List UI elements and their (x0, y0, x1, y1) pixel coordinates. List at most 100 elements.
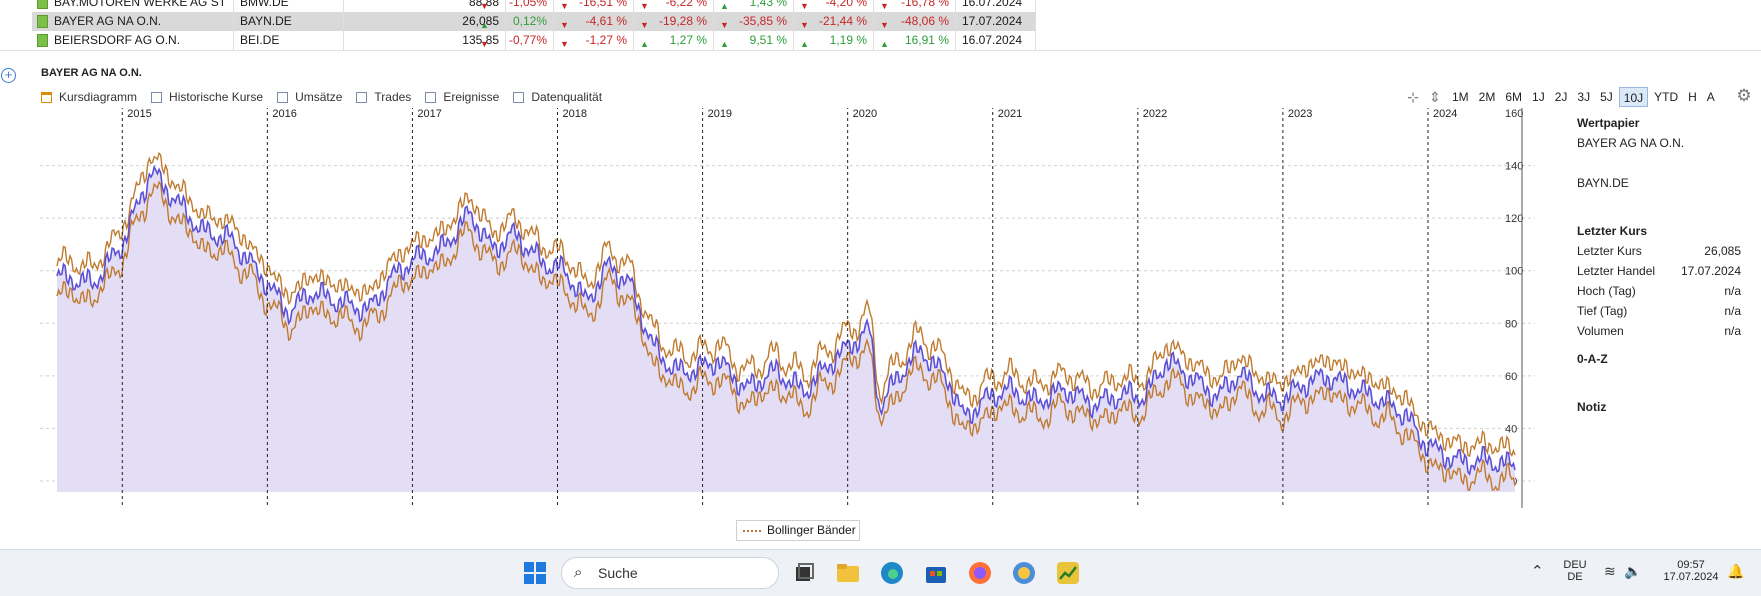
wifi-icon[interactable]: ≋ (1604, 563, 1616, 580)
down-triangle-icon: ▼ (880, 20, 889, 30)
info-key: Letzter Kurs (1577, 244, 1642, 258)
change-cell: ▲ 1,27 % (634, 31, 714, 50)
change-cell: ▲ 9,51 % (714, 31, 794, 50)
price-chart[interactable]: 2040608010012014016020152016201720182019… (40, 108, 1540, 520)
range-button[interactable]: 2J (1551, 87, 1572, 107)
chart-tab[interactable]: Datenqualität (513, 88, 602, 106)
language-indicator[interactable]: DEU DE (1558, 559, 1592, 583)
chart-legend[interactable]: Bollinger Bänder (736, 520, 860, 541)
up-triangle-icon: ▲ (640, 39, 649, 49)
info-row: Volumen n/a (1577, 324, 1741, 342)
range-button[interactable]: 1J (1528, 87, 1549, 107)
info-key: Letzter Handel (1577, 264, 1656, 278)
info-row: Tief (Tag) n/a (1577, 304, 1741, 322)
firefox-icon[interactable] (966, 559, 994, 587)
security-name: BAY.MOTOREN WERKE AG ST (54, 0, 227, 9)
security-symbol: BAYN.DE (1577, 176, 1629, 190)
vertical-resize-icon[interactable]: ⇕ (1424, 89, 1446, 106)
chart-tab[interactable]: Historische Kurse (151, 88, 263, 106)
gear-icon[interactable]: ⚙ (1735, 87, 1753, 105)
tab-window-icon (513, 91, 525, 103)
chart-tab[interactable]: Ereignisse (425, 88, 499, 106)
bollinger-legend-swatch (743, 529, 761, 532)
change-value: -48,06 % (900, 14, 949, 28)
date-cell: 16.07.2024 (956, 0, 1036, 12)
windows-start-icon[interactable] (521, 559, 549, 587)
file-explorer-icon[interactable] (834, 559, 862, 587)
range-buttons: 1M 2M 6M 1J 2J 3J 5J 10J YTD H A (1446, 87, 1719, 107)
chevron-up-icon[interactable]: ⌃ (1531, 562, 1544, 580)
change-cell: ▲ 1,19 % (794, 31, 874, 50)
change-value: -4,20 % (825, 0, 867, 9)
notification-bell-icon[interactable]: 🔔 (1727, 563, 1744, 580)
range-button[interactable]: A (1703, 87, 1719, 107)
taskbar-search[interactable]: ⌕ Suche (561, 557, 779, 589)
chart-tab[interactable]: Trades (356, 88, 411, 106)
up-triangle-icon: ▲ (720, 39, 729, 49)
chart-tab[interactable]: Kursdiagramm (41, 88, 137, 106)
range-button[interactable]: 10J (1618, 87, 1649, 107)
change-value: -4,61 % (585, 14, 627, 28)
year-label: 2018 (563, 108, 587, 120)
range-button[interactable]: YTD (1650, 87, 1682, 107)
clock[interactable]: 09:57 17.07.2024 (1654, 559, 1728, 583)
security-doc-icon (37, 0, 48, 9)
task-view-icon[interactable] (790, 559, 818, 587)
lang-code: DEU (1563, 559, 1587, 571)
chart-tab[interactable]: Umsätze (277, 88, 342, 106)
year-label: 2023 (1288, 108, 1312, 120)
change-value: 9,51 % (749, 33, 787, 47)
security-name-cell: BAYER AG NA O.N. (32, 12, 234, 31)
range-button[interactable]: 5J (1596, 87, 1617, 107)
down-triangle-icon: ▼ (480, 1, 489, 11)
store-icon[interactable] (922, 559, 950, 587)
change-value: 16,91 % (904, 33, 949, 47)
range-button[interactable]: 1M (1448, 87, 1473, 107)
oaz-heading: 0-A-Z (1577, 352, 1608, 366)
up-triangle-icon: ▲ (480, 20, 489, 30)
down-triangle-icon: ▼ (640, 1, 649, 11)
info-row: Letzter Handel 17.07.2024 (1577, 264, 1741, 282)
security-name-cell: BAY.MOTOREN WERKE AG ST (32, 0, 234, 12)
down-triangle-icon: ▼ (800, 1, 809, 11)
table-row[interactable]: BAYER AG NA O.N. BAYN.DE 26,085 ▲ 0,12% ▼ -4,6… (32, 12, 1036, 31)
change-value: 1,27 % (669, 33, 707, 47)
security-doc-icon (37, 34, 48, 47)
change-value: -1,27 % (585, 33, 627, 47)
down-triangle-icon: ▼ (560, 1, 569, 11)
security-name: BAYER AG NA O.N. (54, 14, 162, 28)
y-tick-label: 120 (1505, 213, 1523, 225)
range-button[interactable]: H (1684, 87, 1701, 107)
legend-label: Bollinger Bänder (767, 523, 856, 537)
change-cell: ▲ 0,12% (474, 12, 554, 31)
date-cell: 17.07.2024 (956, 12, 1036, 31)
range-button[interactable]: 2M (1475, 87, 1500, 107)
change-value: -21,44 % (818, 14, 867, 28)
range-button[interactable]: 6M (1501, 87, 1526, 107)
tab-label: Ereignisse (443, 90, 500, 104)
table-row[interactable]: BEIERSDORF AG O.N. BEI.DE 135,85 ▼ -0,77% ▼ -1… (32, 31, 1036, 50)
y-tick-label: 80 (1505, 318, 1517, 330)
range-button[interactable]: 3J (1573, 87, 1594, 107)
change-value: -19,28 % (658, 14, 707, 28)
symbol-cell: BEI.DE (234, 31, 344, 50)
tab-label: Historische Kurse (169, 90, 264, 104)
crosshair-icon[interactable]: ⊹ (1402, 89, 1424, 106)
edge-browser-icon[interactable] (878, 559, 906, 587)
change-value: -16,78 % (900, 0, 949, 9)
change-value: 1,19 % (829, 33, 867, 47)
app-window: BAY.MOTOREN WERKE AG ST BMW.DE 88,88 ▼ -1,05… (0, 0, 1761, 596)
change-cell: ▼ -16,78 % (874, 0, 956, 12)
add-chart-button[interactable]: + (1, 68, 16, 83)
compass-app-icon[interactable] (1010, 559, 1038, 587)
y-tick-label: 60 (1505, 371, 1517, 383)
stock-app-icon[interactable] (1054, 559, 1082, 587)
info-row: Letzter Kurs 26,085 (1577, 244, 1741, 262)
change-cell: ▼ -1,27 % (554, 31, 634, 50)
y-tick-label: 160 (1505, 108, 1523, 120)
speaker-icon[interactable]: 🔈 (1624, 563, 1641, 580)
table-row[interactable]: BAY.MOTOREN WERKE AG ST BMW.DE 88,88 ▼ -1,05… (32, 0, 1036, 12)
change-cell: ▼ -4,61 % (554, 12, 634, 31)
clock-date: 17.07.2024 (1663, 571, 1719, 583)
change-cell: ▼ -6,22 % (634, 0, 714, 12)
